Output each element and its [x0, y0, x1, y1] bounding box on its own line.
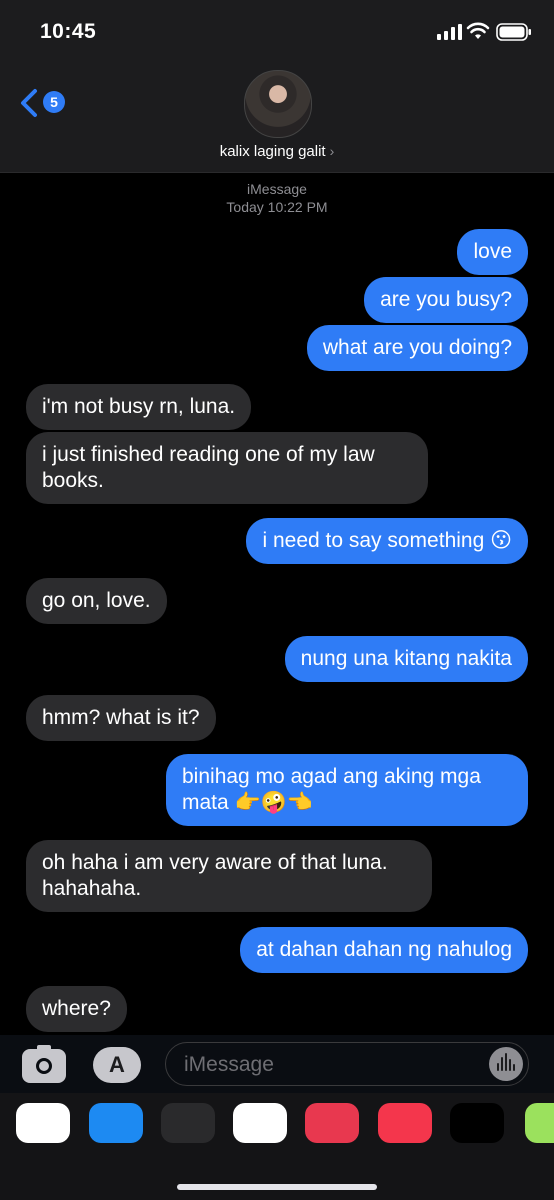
- message-bubble-outgoing[interactable]: love: [457, 229, 528, 275]
- status-bar: 10:45: [0, 0, 554, 60]
- status-time: 10:45: [40, 20, 97, 43]
- chevron-right-icon: ›: [329, 143, 335, 159]
- battery-icon: [496, 23, 531, 41]
- contact-avatar[interactable]: [244, 70, 312, 138]
- contact-name: kalix laging galit: [219, 143, 326, 160]
- message-input[interactable]: iMessage: [165, 1042, 529, 1086]
- back-chevron-icon[interactable]: [18, 88, 40, 118]
- message-bubble-outgoing[interactable]: are you busy?: [364, 277, 528, 323]
- message-bubble-incoming[interactable]: i just finished reading one of my law bo…: [26, 432, 428, 504]
- wifi-icon: [466, 22, 490, 39]
- message-bubble-incoming[interactable]: i'm not busy rn, luna.: [26, 384, 252, 430]
- thread-timestamp: Today 10:22 PM: [226, 199, 328, 215]
- animoji-app-icon[interactable]: [233, 1103, 287, 1143]
- home-indicator: [177, 1184, 377, 1190]
- message-bubble-incoming[interactable]: oh haha i am very aware of that luna. ha…: [26, 840, 432, 912]
- cellular-signal-icon: [437, 24, 462, 40]
- message-bubble-incoming[interactable]: hmm? what is it?: [26, 695, 216, 741]
- memoji-app-icon[interactable]: [161, 1103, 215, 1143]
- message-bubble-incoming[interactable]: where?: [26, 986, 127, 1032]
- images-search-app-icon[interactable]: [305, 1103, 359, 1143]
- message-bubble-outgoing[interactable]: binihag mo agad ang aking mga mata 👉🤪👈: [166, 754, 528, 826]
- service-label: iMessage: [247, 181, 307, 197]
- message-bubble-outgoing[interactable]: nung una kitang nakita: [284, 636, 528, 682]
- message-bubble-outgoing[interactable]: at dahan dahan ng nahulog: [240, 927, 528, 973]
- message-input-placeholder: iMessage: [184, 1053, 274, 1076]
- message-bubble-incoming[interactable]: go on, love.: [26, 578, 167, 624]
- contact-name-button[interactable]: kalix laging galit ›: [0, 143, 554, 160]
- camera-icon[interactable]: [22, 1045, 66, 1083]
- appstore-button[interactable]: A: [93, 1047, 141, 1083]
- message-bubble-outgoing[interactable]: what are you doing?: [306, 325, 528, 371]
- message-bubble-outgoing[interactable]: i need to say something 😗: [246, 518, 528, 564]
- unread-count-badge[interactable]: 5: [43, 91, 65, 113]
- digital-touch-app-icon[interactable]: [450, 1103, 504, 1143]
- appstore-app-icon[interactable]: [89, 1103, 143, 1143]
- extra-app-icon[interactable]: [525, 1103, 554, 1143]
- audio-waveform-icon[interactable]: [489, 1047, 523, 1081]
- composer-bar: A iMessage: [0, 1035, 554, 1093]
- photos-app-icon[interactable]: [16, 1103, 70, 1143]
- conversation-header: 5 kalix laging galit ›: [0, 60, 554, 173]
- music-app-icon[interactable]: [378, 1103, 432, 1143]
